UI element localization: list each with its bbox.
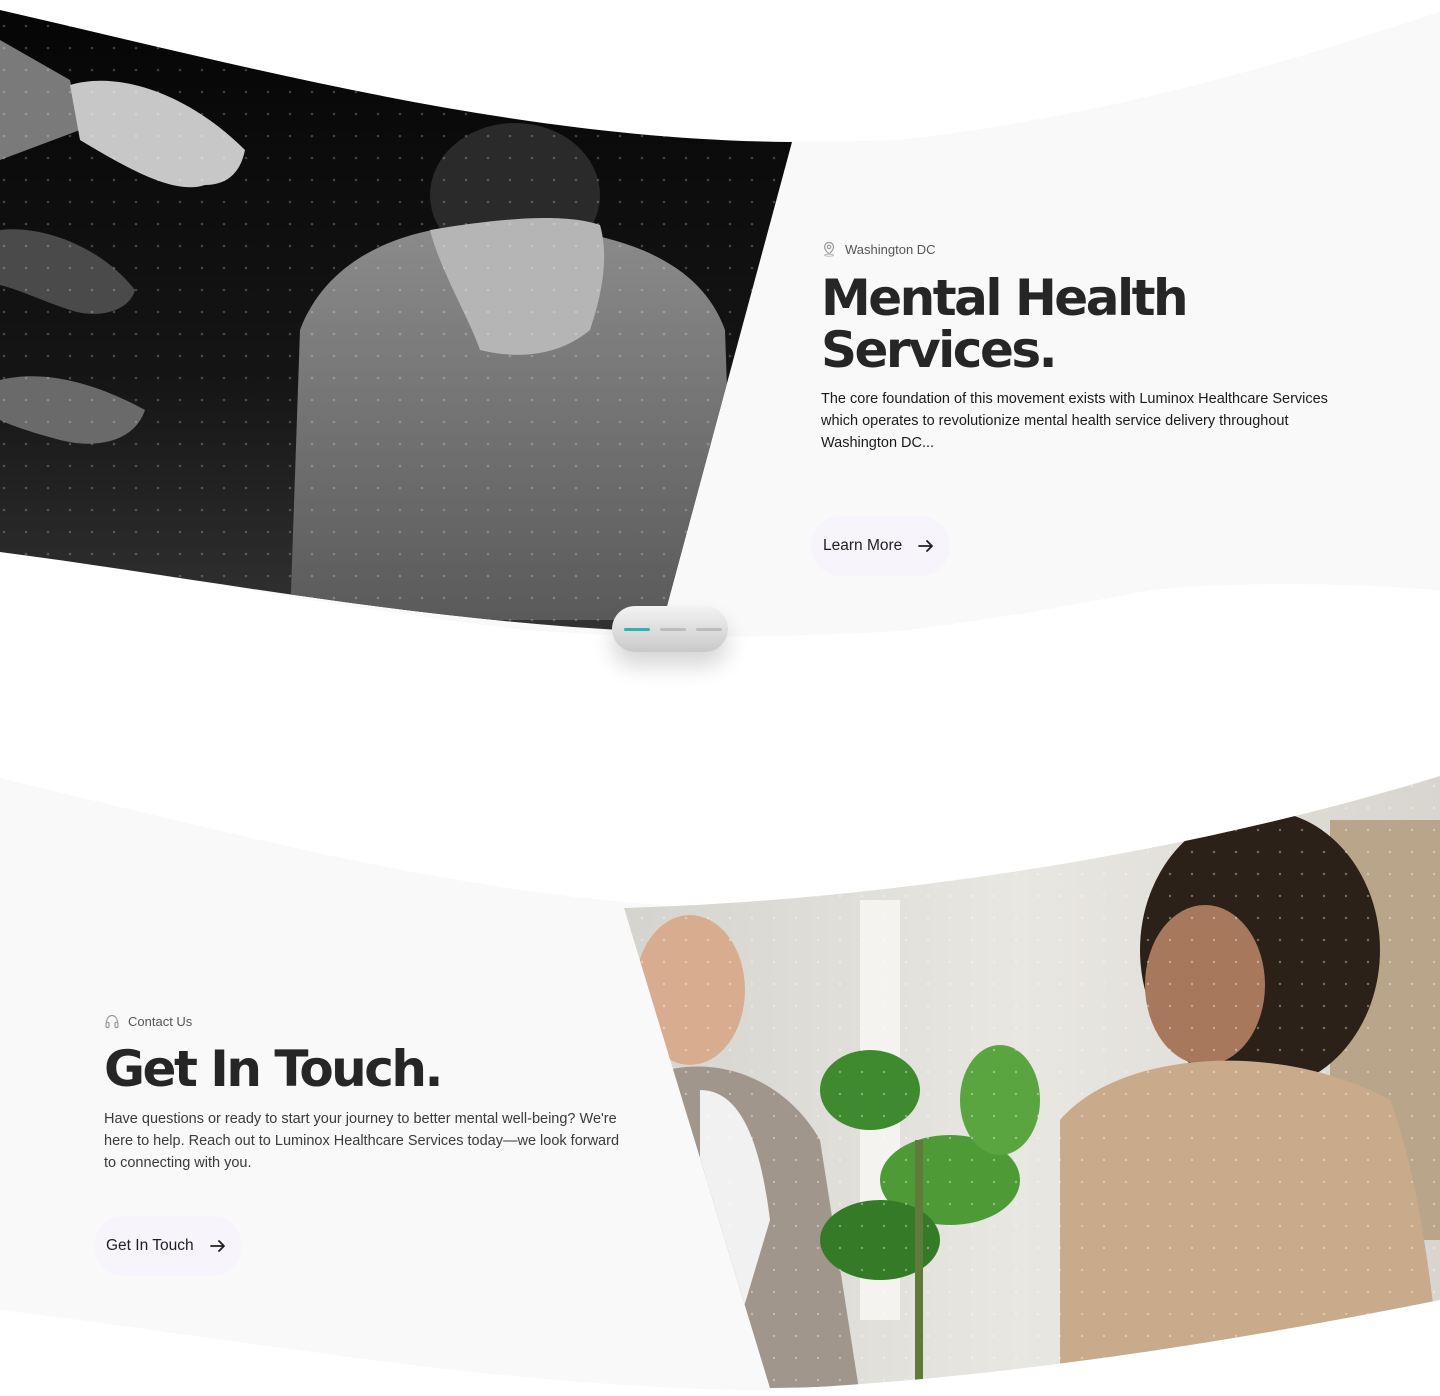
hero-location-label: Washington DC (845, 241, 936, 257)
contact-section: Contact Us Get In Touch. Have questions … (0, 760, 1440, 1396)
headphones-icon (104, 1013, 120, 1029)
location-pin-icon (821, 241, 837, 257)
contact-eyebrow: Contact Us (104, 1013, 192, 1029)
get-in-touch-button[interactable]: Get In Touch (94, 1216, 242, 1276)
slider-dot-1[interactable] (624, 627, 650, 631)
contact-title: Get In Touch. (104, 1040, 444, 1098)
slider-dot-3[interactable] (696, 627, 722, 631)
slider-dot-2[interactable] (660, 627, 686, 631)
contact-description: Have questions or ready to start your jo… (104, 1111, 620, 1171)
arrow-right-icon (916, 536, 936, 556)
learn-more-label: Learn More (823, 537, 903, 554)
hero-description: The core foundation of this movement exi… (821, 391, 1328, 451)
hero-title: Mental Health Services. (821, 269, 1189, 379)
learn-more-button[interactable]: Learn More (811, 516, 951, 576)
hero-slider-pagination (612, 606, 728, 652)
mental-health-hero: Washington DC Mental Health Services. Th… (0, 0, 1440, 690)
hero-location: Washington DC (821, 241, 936, 257)
get-in-touch-label: Get In Touch (106, 1237, 194, 1254)
contact-eyebrow-label: Contact Us (128, 1013, 193, 1029)
arrow-right-icon (208, 1236, 228, 1256)
